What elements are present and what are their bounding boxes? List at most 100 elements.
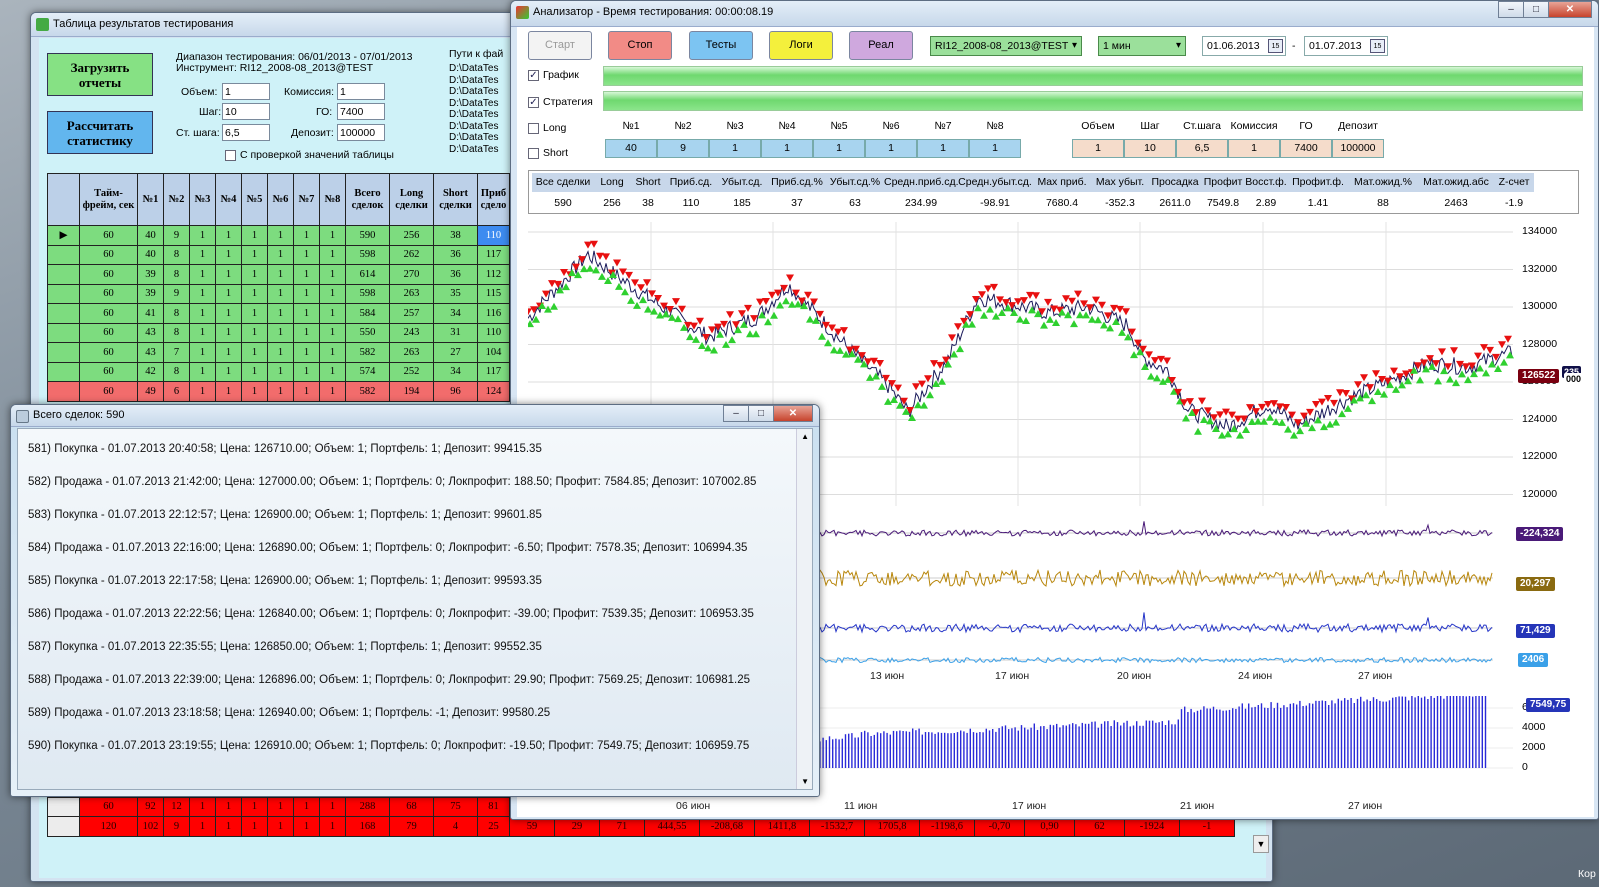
table-cell[interactable]: 60: [79, 796, 138, 817]
table-cell[interactable]: 1: [241, 244, 268, 265]
table-cell[interactable]: 6: [163, 381, 190, 402]
start-button[interactable]: Старт: [528, 31, 592, 60]
table-cell[interactable]: 7: [163, 342, 190, 363]
load-reports-button[interactable]: Загрузить отчеты: [47, 53, 153, 96]
table-cell[interactable]: 1: [293, 381, 320, 402]
table-cell[interactable]: 1: [189, 342, 216, 363]
table-cell[interactable]: 60: [79, 225, 138, 246]
param-value[interactable]: 40: [605, 139, 657, 158]
row-header[interactable]: [47, 264, 80, 285]
table-cell[interactable]: 1: [241, 322, 268, 343]
table-row[interactable]: 60 41 8 1 1 1 1 1 1 584 257 34 116: [47, 303, 510, 324]
table-cell[interactable]: 574: [345, 361, 390, 382]
log-scrollbar[interactable]: [796, 429, 812, 789]
column-header[interactable]: №6: [267, 173, 294, 226]
table-cell[interactable]: 116: [477, 303, 510, 324]
long-checkbox[interactable]: [528, 123, 539, 134]
table-cell[interactable]: 1: [241, 342, 268, 363]
table-cell[interactable]: 1: [189, 225, 216, 246]
param-value[interactable]: 9: [657, 139, 709, 158]
table-cell[interactable]: 104: [477, 342, 510, 363]
table-cell[interactable]: 8: [163, 303, 190, 324]
table-cell[interactable]: 1: [319, 322, 346, 343]
table-cell[interactable]: 1: [293, 342, 320, 363]
table-cell[interactable]: 252: [389, 361, 434, 382]
table-cell[interactable]: 1: [319, 303, 346, 324]
table-cell[interactable]: 1: [215, 322, 242, 343]
table-cell[interactable]: 1: [293, 225, 320, 246]
table-row[interactable]: 60 40 8 1 1 1 1 1 1 598 262 36 117: [47, 244, 510, 265]
table-cell[interactable]: 8: [163, 244, 190, 265]
check-table-checkbox[interactable]: [225, 150, 236, 161]
param-value[interactable]: 1: [865, 139, 917, 158]
instrument-select[interactable]: RI12_2008-08_2013@TEST: [930, 36, 1082, 56]
table-row[interactable]: 60 42 8 1 1 1 1 1 1 574 252 34 117: [47, 361, 510, 382]
table-cell[interactable]: 60: [79, 244, 138, 265]
scroll-down-icon[interactable]: ▼: [801, 777, 809, 786]
table-cell[interactable]: 40: [137, 244, 164, 265]
table-cell[interactable]: 124: [477, 381, 510, 402]
table-cell[interactable]: 115: [477, 283, 510, 304]
table-cell[interactable]: 194: [389, 381, 434, 402]
table-row[interactable]: 60 39 9 1 1 1 1 1 1 598 263 35 115: [47, 283, 510, 304]
table-cell[interactable]: 75: [433, 796, 478, 817]
table-cell[interactable]: 1: [293, 361, 320, 382]
close-icon[interactable]: ✕: [1548, 1, 1592, 18]
table-cell[interactable]: 60: [79, 303, 138, 324]
table-cell[interactable]: 1: [241, 225, 268, 246]
table-cell[interactable]: 117: [477, 244, 510, 265]
table-cell[interactable]: 34: [433, 303, 478, 324]
column-header[interactable]: №8: [319, 173, 346, 226]
column-header[interactable]: №4: [215, 173, 242, 226]
minimize-icon[interactable]: –: [1498, 1, 1524, 18]
column-header[interactable]: №1: [137, 173, 164, 226]
table-cell[interactable]: 1: [267, 303, 294, 324]
table-cell[interactable]: 12: [163, 796, 190, 817]
step-input[interactable]: [222, 103, 270, 120]
table-cell[interactable]: 1: [189, 381, 216, 402]
row-header[interactable]: [47, 283, 80, 304]
table-cell[interactable]: 36: [433, 244, 478, 265]
table-cell[interactable]: 1: [215, 381, 242, 402]
table-cell[interactable]: 1: [293, 796, 320, 817]
table-cell[interactable]: 1: [267, 796, 294, 817]
table-cell[interactable]: 1: [319, 283, 346, 304]
table-cell[interactable]: 31: [433, 322, 478, 343]
close-icon[interactable]: ✕: [773, 405, 813, 422]
table-cell[interactable]: 1: [293, 283, 320, 304]
table-cell[interactable]: 35: [433, 283, 478, 304]
table-cell[interactable]: 1: [319, 225, 346, 246]
money-value[interactable]: 1: [1228, 139, 1280, 158]
table-cell[interactable]: 1: [319, 244, 346, 265]
table-cell[interactable]: 1: [267, 322, 294, 343]
table-cell[interactable]: 43: [137, 322, 164, 343]
calendar-icon[interactable]: 15: [1268, 39, 1283, 53]
table-cell[interactable]: 60: [79, 283, 138, 304]
table-cell[interactable]: 1: [241, 796, 268, 817]
money-value[interactable]: 10: [1124, 139, 1176, 158]
column-header[interactable]: Тайм-фрейм, сек: [79, 173, 138, 226]
table-cell[interactable]: 8: [163, 264, 190, 285]
column-header[interactable]: №7: [293, 173, 320, 226]
table-cell[interactable]: 1: [215, 264, 242, 285]
table-cell[interactable]: 257: [389, 303, 434, 324]
table-cell[interactable]: 1: [215, 361, 242, 382]
table-cell[interactable]: 9: [163, 816, 190, 837]
table-cell[interactable]: 262: [389, 244, 434, 265]
table-cell[interactable]: 79: [389, 816, 434, 837]
table-cell[interactable]: 110: [477, 225, 510, 246]
maximize-icon[interactable]: □: [748, 405, 774, 422]
table-cell[interactable]: 550: [345, 322, 390, 343]
row-header[interactable]: [47, 303, 80, 324]
table-cell[interactable]: 60: [79, 381, 138, 402]
table-cell[interactable]: 1: [215, 244, 242, 265]
table-cell[interactable]: 39: [137, 283, 164, 304]
calc-stats-button[interactable]: Рассчитать статистику: [47, 111, 153, 154]
table-cell[interactable]: 112: [477, 264, 510, 285]
table-cell[interactable]: 60: [79, 342, 138, 363]
table-cell[interactable]: 60: [79, 322, 138, 343]
table-cell[interactable]: 1: [189, 244, 216, 265]
table-cell[interactable]: 1: [319, 361, 346, 382]
param-value[interactable]: 1: [813, 139, 865, 158]
table-cell[interactable]: 1: [215, 225, 242, 246]
